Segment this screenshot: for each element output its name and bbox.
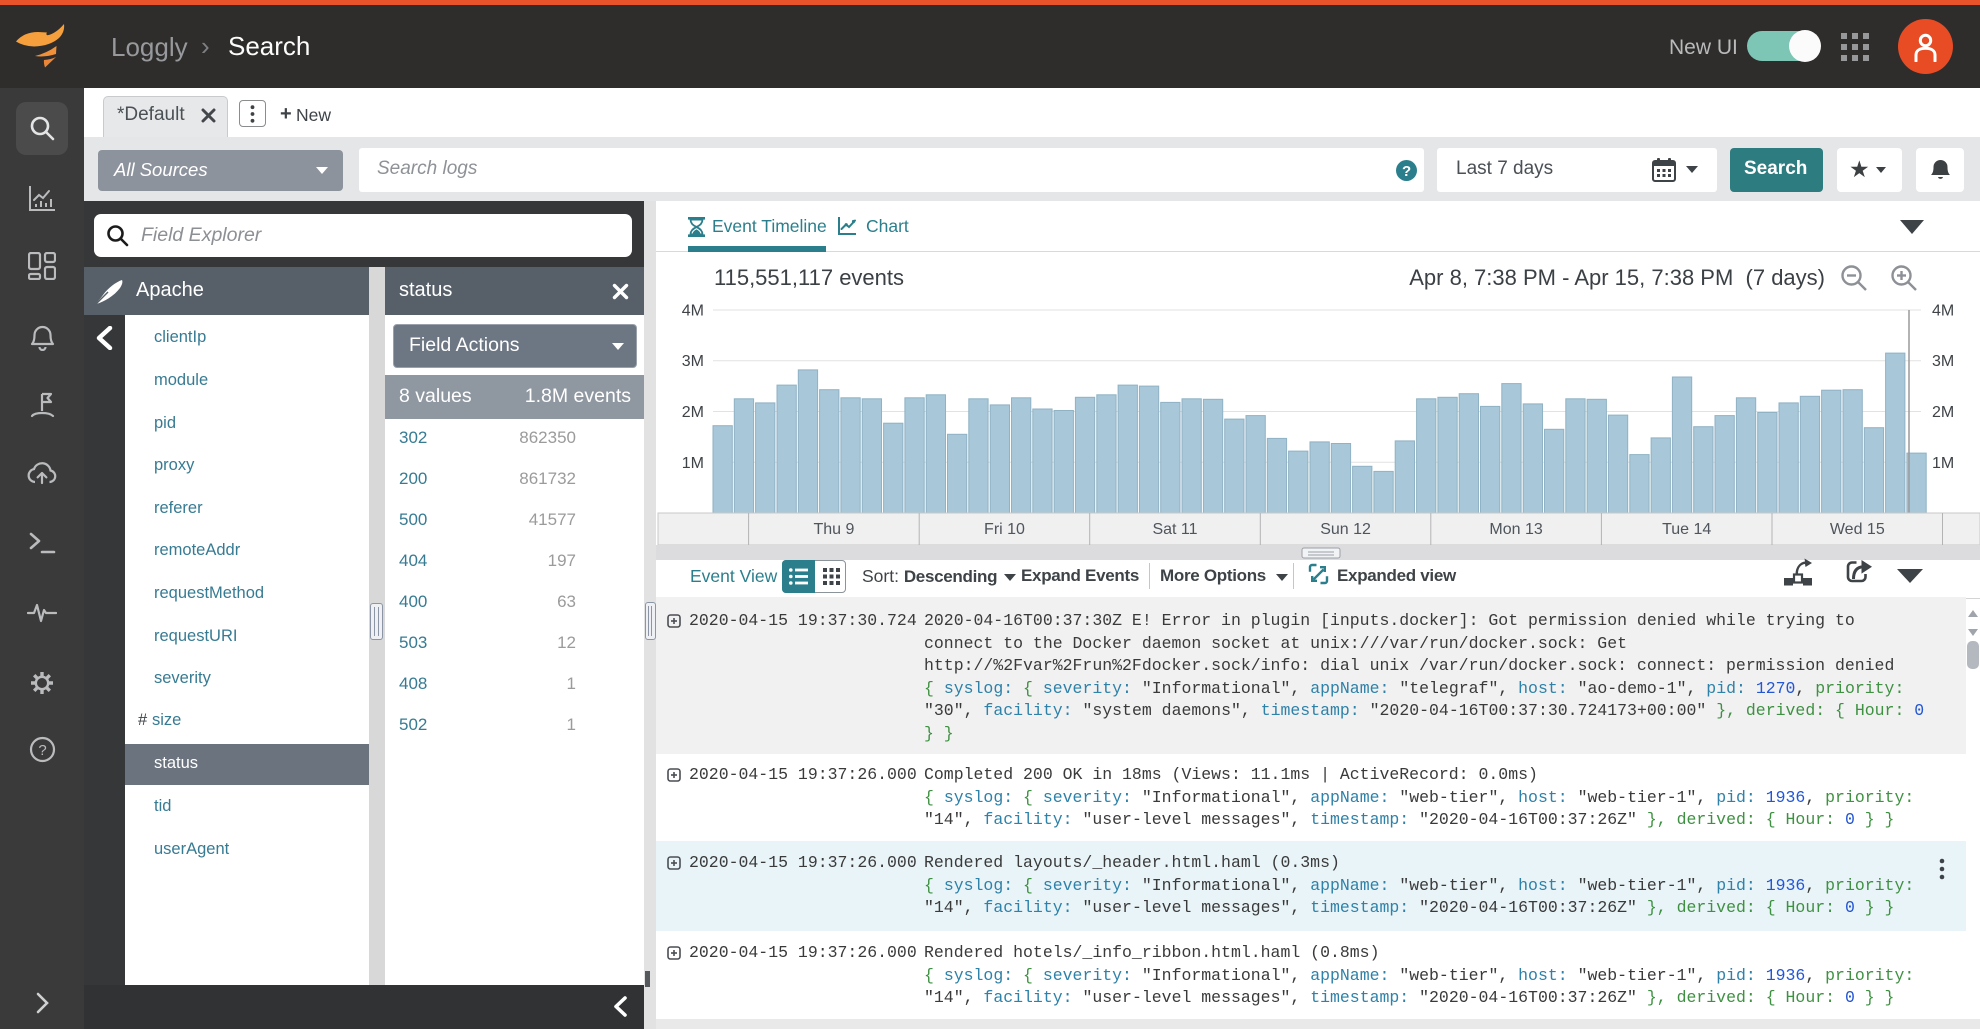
svg-text:Wed 15: Wed 15 (1830, 521, 1885, 538)
svg-text:Sat 11: Sat 11 (1152, 521, 1197, 538)
svg-text:Mon 13: Mon 13 (1489, 521, 1542, 538)
svg-text:Sun 12: Sun 12 (1320, 521, 1371, 538)
svg-text:?: ? (38, 742, 46, 759)
svg-text:3M: 3M (682, 353, 704, 370)
svg-text:3M: 3M (1932, 353, 1954, 370)
svg-text:2M: 2M (682, 404, 704, 421)
svg-text:Tue 14: Tue 14 (1662, 521, 1711, 538)
svg-text:2M: 2M (1932, 404, 1954, 421)
svg-text:Thu 9: Thu 9 (813, 521, 854, 538)
svg-text:Fri 10: Fri 10 (984, 521, 1025, 538)
svg-text:4M: 4M (1932, 303, 1954, 320)
svg-text:1M: 1M (1932, 455, 1954, 472)
svg-text:1M: 1M (682, 455, 704, 472)
svg-text:4M: 4M (682, 303, 704, 320)
